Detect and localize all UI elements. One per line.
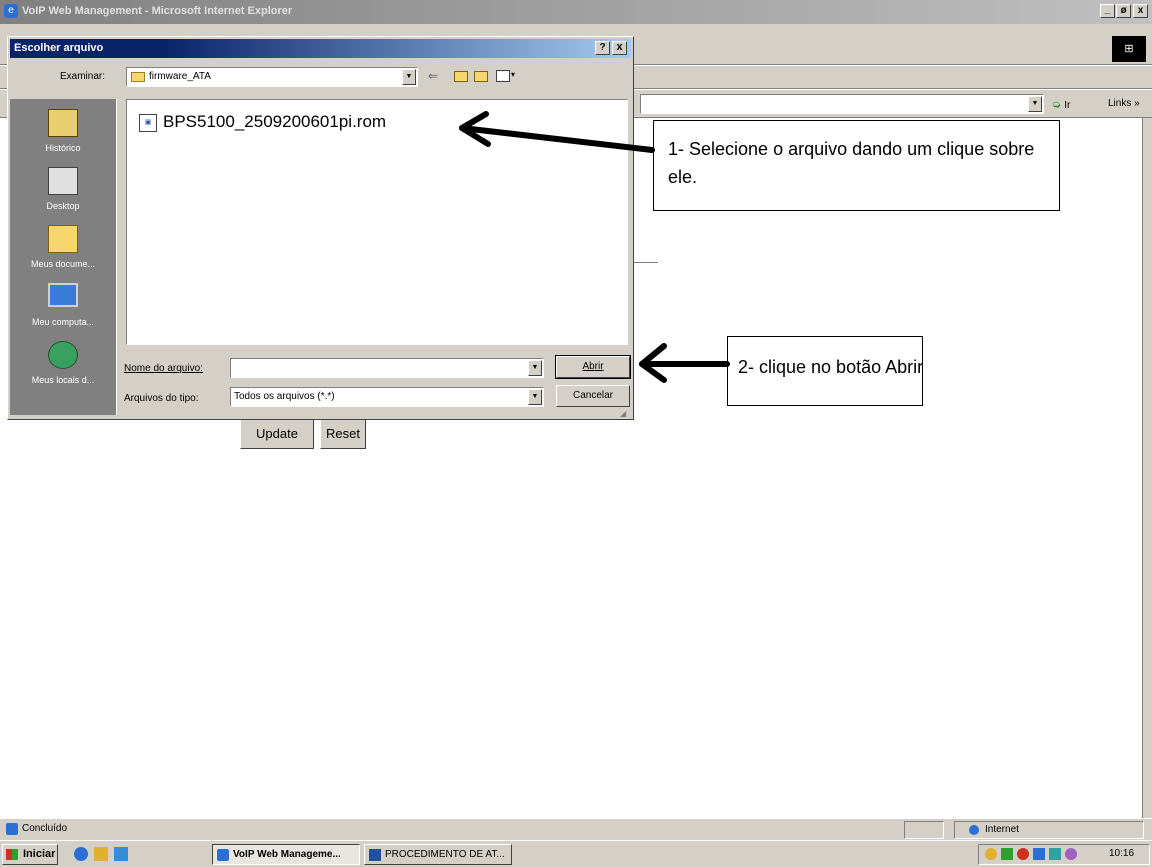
tray-icon-1[interactable] — [985, 848, 997, 860]
task-voip[interactable]: VoIP Web Manageme... — [212, 844, 360, 865]
status-zone: Internet — [954, 821, 1144, 839]
page-done-icon — [6, 823, 18, 835]
annotation-arrows — [459, 111, 730, 383]
tray-icon-6[interactable] — [1065, 848, 1077, 860]
tray-icon-2[interactable] — [1001, 848, 1013, 860]
status-bar: Concluído Internet — [0, 818, 1152, 840]
browser-content-edge — [1142, 118, 1152, 818]
word-task-icon — [369, 849, 381, 861]
windows-flag-icon — [6, 849, 18, 860]
tray-icon-4[interactable] — [1033, 848, 1045, 860]
ie-task-icon — [217, 849, 229, 861]
system-tray: 10:16 — [978, 844, 1150, 865]
taskbar: Iniciar VoIP Web Manageme... PROCEDIMENT… — [0, 840, 1152, 867]
quicklaunch-ie-icon[interactable] — [74, 847, 88, 861]
quicklaunch-channels-icon[interactable] — [114, 847, 128, 861]
quicklaunch-desktop-icon[interactable] — [94, 847, 108, 861]
tray-icon-3[interactable] — [1017, 848, 1029, 860]
tray-icon-5[interactable] — [1049, 848, 1061, 860]
arrow-to-open — [639, 343, 730, 383]
status-text: Concluído — [22, 823, 68, 834]
task-word[interactable]: PROCEDIMENTO DE AT... — [364, 844, 512, 865]
internet-zone-icon — [969, 825, 979, 835]
status-pane — [904, 821, 944, 839]
arrow-to-file — [459, 111, 655, 153]
start-button[interactable]: Iniciar — [2, 844, 58, 865]
clock: 10:16 — [1109, 848, 1135, 859]
